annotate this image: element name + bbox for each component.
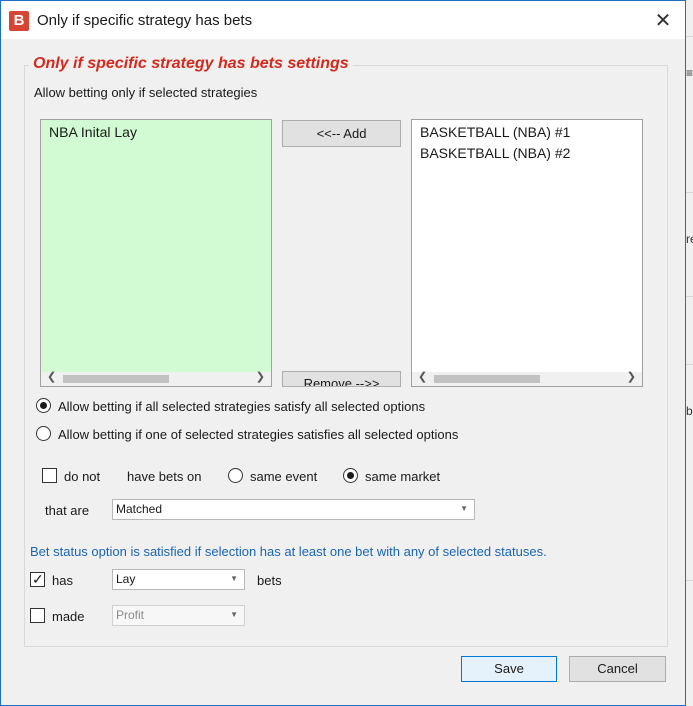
do-not-checkbox[interactable] <box>42 468 57 483</box>
close-icon[interactable]: ✕ <box>651 9 675 33</box>
list-item[interactable]: BASKETBALL (NBA) #2 <box>420 145 570 161</box>
chevron-right-icon[interactable]: ❯ <box>256 370 265 383</box>
that-are-select[interactable]: Matched ▼ <box>112 499 475 520</box>
radio-same-market[interactable] <box>343 468 358 483</box>
made-select[interactable]: Profit ▼ <box>112 605 245 626</box>
background-fragment-2: re <box>686 232 693 246</box>
chevron-down-icon: ▼ <box>230 574 238 583</box>
title-bar[interactable]: B Only if specific strategy has bets ✕ <box>1 1 685 39</box>
chevron-left-icon[interactable]: ❮ <box>418 370 427 383</box>
horizontal-scrollbar[interactable]: ❮ ❯ <box>412 370 642 386</box>
scrollbar-thumb[interactable] <box>434 375 540 383</box>
radio-one-strategy-label[interactable]: Allow betting if one of selected strateg… <box>58 427 458 442</box>
group-title: Only if specific strategy has bets setti… <box>29 55 353 73</box>
have-bets-on-label: have bets on <box>127 469 202 484</box>
do-not-label: do not <box>64 469 101 484</box>
save-button[interactable]: Save <box>461 656 557 682</box>
scrollbar-thumb[interactable] <box>63 375 169 383</box>
selected-strategies-list[interactable]: NBA Inital Lay ❮ ❯ <box>40 119 272 387</box>
add-button[interactable]: <<-- Add <box>282 120 401 147</box>
radio-all-strategies[interactable] <box>36 398 51 413</box>
remove-button[interactable]: Remove -->> <box>282 371 401 387</box>
background-fragment-1: ≡ <box>686 66 693 80</box>
allow-betting-label: Allow betting only if selected strategie… <box>34 85 258 100</box>
bet-status-info: Bet status option is satisfied if select… <box>30 544 547 559</box>
same-market-label[interactable]: same market <box>365 469 440 484</box>
has-select[interactable]: Lay ▼ <box>112 569 245 590</box>
list-item[interactable]: BASKETBALL (NBA) #1 <box>420 124 570 140</box>
made-checkbox[interactable] <box>30 608 45 623</box>
radio-one-strategy[interactable] <box>36 426 51 441</box>
app-logo-icon: B <box>9 11 29 31</box>
has-label: has <box>52 573 73 588</box>
radio-all-strategies-label[interactable]: Allow betting if all selected strategies… <box>58 399 425 414</box>
made-value: Profit <box>116 608 145 622</box>
bets-label: bets <box>257 573 282 588</box>
chevron-right-icon[interactable]: ❯ <box>627 370 636 383</box>
made-label: made <box>52 609 85 624</box>
chevron-left-icon[interactable]: ❮ <box>47 370 56 383</box>
horizontal-scrollbar[interactable]: ❮ ❯ <box>41 370 271 386</box>
that-are-value: Matched <box>116 502 163 516</box>
background-fragment-3: be <box>686 404 693 418</box>
same-event-label[interactable]: same event <box>250 469 317 484</box>
available-strategies-list[interactable]: BASKETBALL (NBA) #1 BASKETBALL (NBA) #2 … <box>411 119 643 387</box>
cancel-button[interactable]: Cancel <box>569 656 666 682</box>
list-item[interactable]: NBA Inital Lay <box>49 124 137 140</box>
dialog-title: Only if specific strategy has bets <box>37 12 253 29</box>
radio-same-event[interactable] <box>228 468 243 483</box>
chevron-down-icon: ▼ <box>230 610 238 619</box>
has-value: Lay <box>116 572 136 586</box>
dialog-window: B Only if specific strategy has bets ✕ O… <box>0 0 686 706</box>
that-are-label: that are <box>45 503 90 518</box>
chevron-down-icon: ▼ <box>460 504 468 513</box>
has-checkbox[interactable] <box>30 571 45 588</box>
